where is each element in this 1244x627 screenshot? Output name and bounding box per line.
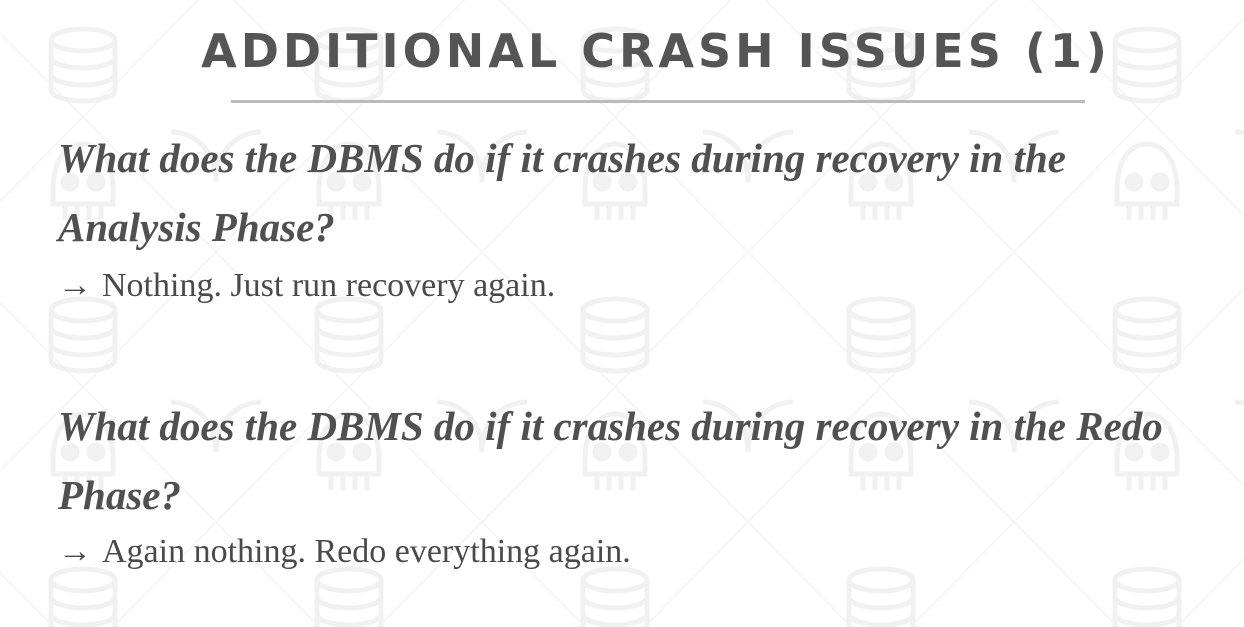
answer-analysis-phase: → Nothing. Just run recovery again. xyxy=(58,266,1208,307)
question-redo-phase: What does the DBMS do if it crashes duri… xyxy=(58,403,1163,518)
slide: ADDITIONAL CRASH ISSUES (1) What does th… xyxy=(0,0,1244,627)
answer-text: Nothing. Just run recovery again. xyxy=(102,267,556,304)
question-analysis-phase: What does the DBMS do if it crashes duri… xyxy=(58,135,1066,250)
arrow-icon: → xyxy=(58,267,92,304)
title-underline xyxy=(231,100,1085,103)
arrow-icon: → xyxy=(58,533,92,570)
slide-title: ADDITIONAL CRASH ISSUES (1) xyxy=(201,24,1111,78)
answer-text: Again nothing. Redo everything again. xyxy=(102,533,631,570)
answer-redo-phase: → Again nothing. Redo everything again. xyxy=(58,532,1208,573)
